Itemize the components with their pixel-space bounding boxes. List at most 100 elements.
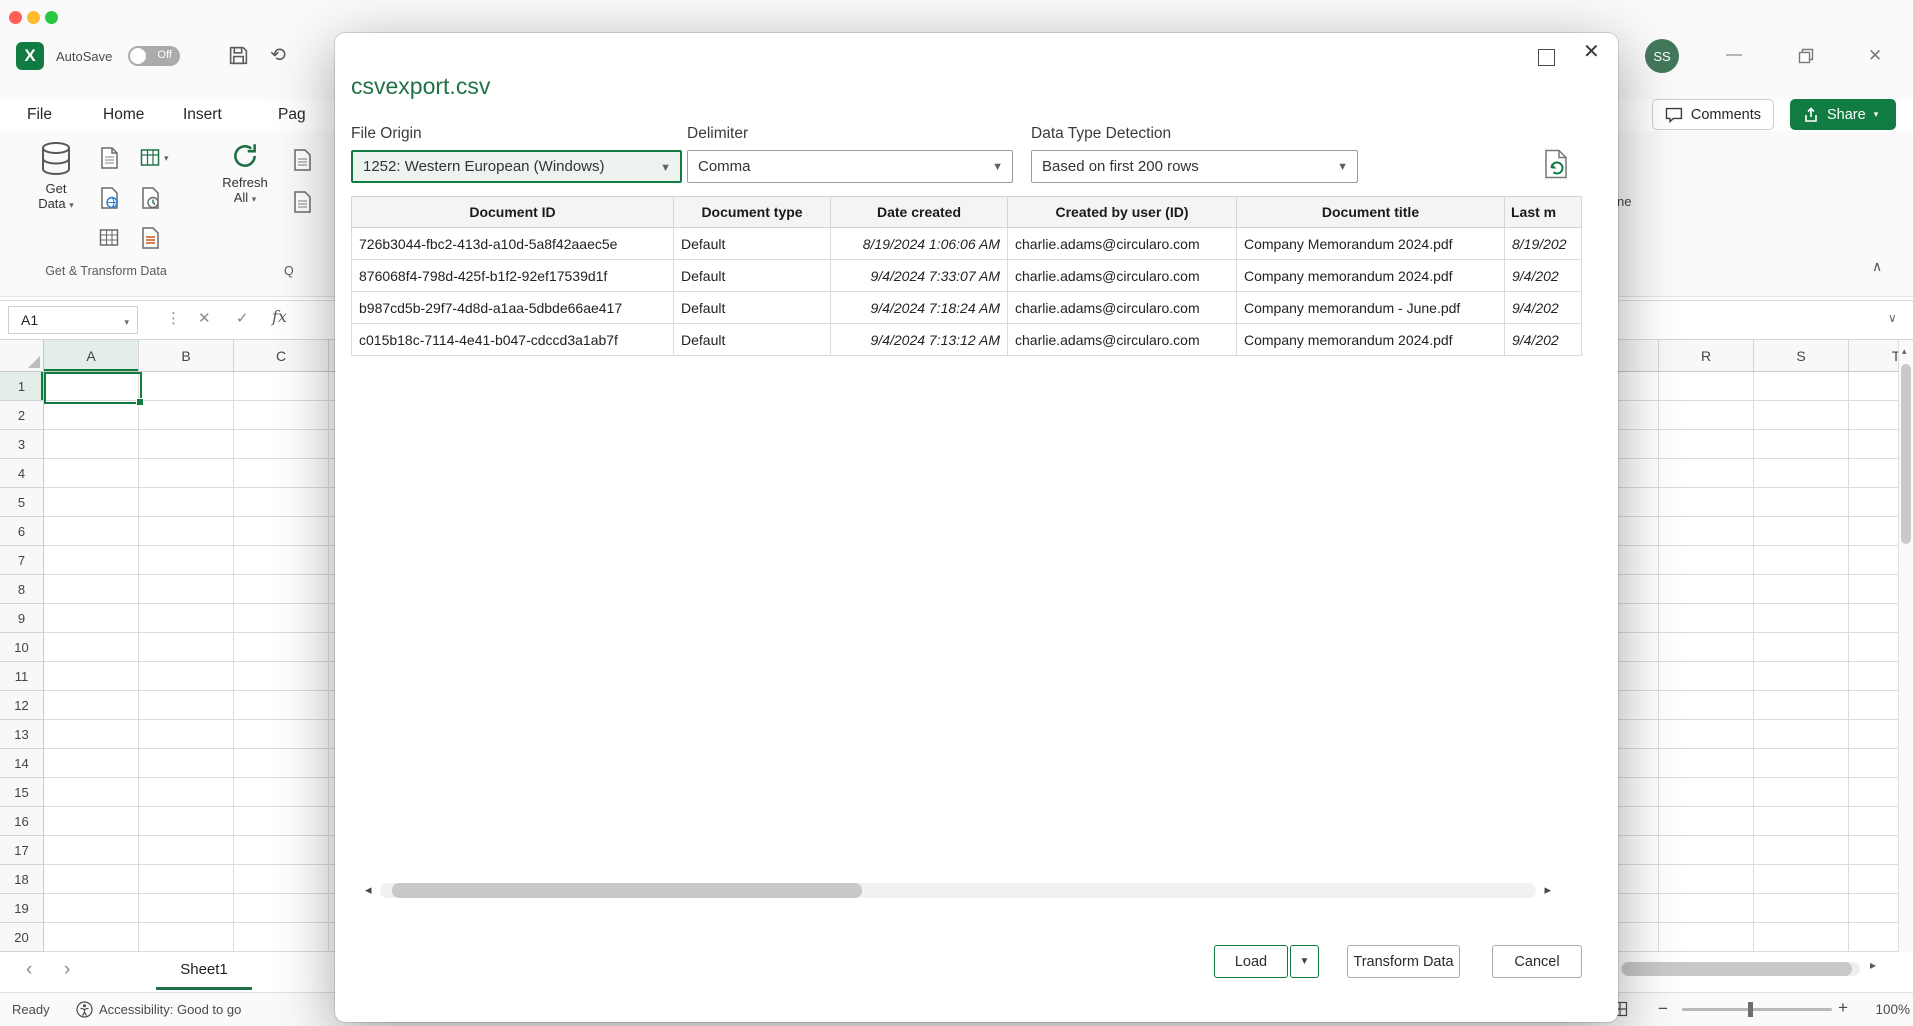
traffic-light-minimize[interactable] xyxy=(27,11,40,24)
row-header-14[interactable]: 14 xyxy=(0,749,43,778)
sheet-tab-sheet1[interactable]: Sheet1 xyxy=(156,952,252,990)
cancel-button[interactable]: Cancel xyxy=(1492,945,1582,978)
ribbon-partial-icon[interactable] xyxy=(291,148,313,177)
accessibility-status[interactable]: Accessibility: Good to go xyxy=(99,1002,241,1017)
clock-page-icon xyxy=(139,186,161,210)
row-header-9[interactable]: 9 xyxy=(0,604,43,633)
dialog-maximize-icon[interactable] xyxy=(1538,49,1555,66)
more-options-icon[interactable]: ⋮ xyxy=(166,309,181,327)
load-split-button[interactable]: ▼ xyxy=(1290,945,1319,978)
column-header-C[interactable]: C xyxy=(234,340,329,371)
row-header-16[interactable]: 16 xyxy=(0,807,43,836)
window-minimize-icon[interactable]: — xyxy=(1726,46,1742,64)
accessibility-icon xyxy=(76,1001,93,1023)
prev-sheet-icon[interactable]: ‹ xyxy=(26,959,32,981)
window-restore-icon[interactable] xyxy=(1798,48,1814,69)
fill-handle[interactable] xyxy=(136,398,144,406)
load-button[interactable]: Load xyxy=(1214,945,1288,978)
ribbon-partial-icon[interactable] xyxy=(291,190,313,219)
dialog-close-icon[interactable]: ✕ xyxy=(1583,39,1600,64)
row-header-5[interactable]: 5 xyxy=(0,488,43,517)
comments-button[interactable]: Comments xyxy=(1652,99,1774,130)
traffic-light-zoom[interactable] xyxy=(45,11,58,24)
row-header-2[interactable]: 2 xyxy=(0,401,43,430)
avatar[interactable]: SS xyxy=(1645,39,1679,73)
row-header-15[interactable]: 15 xyxy=(0,778,43,807)
row-header-1[interactable]: 1 xyxy=(0,372,43,401)
group-label-queries-fragment: Q xyxy=(284,264,332,278)
column-header-T[interactable]: T xyxy=(1849,340,1898,371)
file-origin-select[interactable]: 1252: Western European (Windows) ▼ xyxy=(351,150,682,183)
menu-file[interactable]: File xyxy=(27,106,52,124)
next-sheet-icon[interactable]: › xyxy=(64,959,70,981)
hscroll-thumb[interactable] xyxy=(1622,962,1852,976)
insert-function-icon[interactable]: fx xyxy=(272,307,287,326)
reload-page-icon xyxy=(1543,149,1569,179)
refresh-icon xyxy=(230,140,260,172)
preview-scroll-track[interactable] xyxy=(380,883,1537,898)
row-header-20[interactable]: 20 xyxy=(0,923,43,952)
transform-data-button[interactable]: Transform Data xyxy=(1347,945,1460,978)
zoom-slider[interactable] xyxy=(1682,1008,1832,1011)
row-header-11[interactable]: 11 xyxy=(0,662,43,691)
refresh-all-button[interactable]: Refresh All ▾ xyxy=(208,140,282,207)
row-header-4[interactable]: 4 xyxy=(0,459,43,488)
column-header-B[interactable]: B xyxy=(139,340,234,371)
menu-home[interactable]: Home xyxy=(103,106,144,124)
name-box[interactable]: A1 ▾ xyxy=(8,306,138,334)
data-type-detection-select[interactable]: Based on first 200 rows ▼ xyxy=(1031,150,1358,183)
row-header-19[interactable]: 19 xyxy=(0,894,43,923)
from-table-range-icon[interactable] xyxy=(139,146,161,175)
preview-scroll-thumb[interactable] xyxy=(392,883,862,898)
autosave-toggle[interactable]: Off xyxy=(128,46,180,66)
row-header-6[interactable]: 6 xyxy=(0,517,43,546)
scroll-right-icon[interactable]: ▸ xyxy=(1544,882,1551,898)
comment-icon xyxy=(1665,107,1683,123)
zoom-out-button[interactable]: − xyxy=(1658,999,1668,1019)
menu-insert[interactable]: Insert xyxy=(183,106,222,124)
preview-table-row: b987cd5b-29f7-4d8d-a1aa-5dbde66ae417Defa… xyxy=(352,292,1582,324)
preview-hscrollbar[interactable]: ◂ ▸ xyxy=(365,881,1551,899)
scroll-left-icon[interactable]: ◂ xyxy=(365,882,372,898)
data-table-icon[interactable] xyxy=(98,226,120,255)
zoom-level[interactable]: 100% xyxy=(1860,1002,1910,1017)
column-header-A[interactable]: A xyxy=(44,340,139,371)
delimiter-label: Delimiter xyxy=(687,125,748,143)
undo-icon[interactable]: ⟲ xyxy=(270,44,286,67)
window-close-icon[interactable]: ✕ xyxy=(1868,46,1882,66)
row-header-18[interactable]: 18 xyxy=(0,865,43,894)
row-header-12[interactable]: 12 xyxy=(0,691,43,720)
menu-page-layout[interactable]: Pag xyxy=(278,106,306,124)
zoom-slider-thumb[interactable] xyxy=(1748,1002,1753,1017)
refresh-preview-icon[interactable] xyxy=(1543,149,1569,184)
from-web-icon[interactable] xyxy=(98,186,120,215)
row-header-13[interactable]: 13 xyxy=(0,720,43,749)
existing-connections-icon[interactable] xyxy=(139,226,161,255)
delimiter-select[interactable]: Comma ▼ xyxy=(687,150,1013,183)
select-all-corner[interactable] xyxy=(0,340,44,372)
zoom-in-button[interactable]: + xyxy=(1838,998,1848,1018)
get-data-button[interactable]: Get Data ▾ xyxy=(22,140,90,213)
vscroll-thumb[interactable] xyxy=(1901,364,1911,544)
row-header-7[interactable]: 7 xyxy=(0,546,43,575)
traffic-light-close[interactable] xyxy=(9,11,22,24)
recent-sources-icon[interactable] xyxy=(139,186,161,215)
scroll-right-icon[interactable]: ▸ xyxy=(1870,958,1876,972)
collapse-ribbon-icon[interactable]: ∧ xyxy=(1872,258,1882,275)
row-header-10[interactable]: 10 xyxy=(0,633,43,662)
share-button[interactable]: Share ▾ xyxy=(1790,99,1896,130)
column-header-R[interactable]: R xyxy=(1659,340,1754,371)
row-header-8[interactable]: 8 xyxy=(0,575,43,604)
selected-cell-a1[interactable] xyxy=(44,372,142,404)
cancel-entry-icon[interactable]: ✕ xyxy=(198,309,211,327)
scroll-up-icon[interactable]: ▴ xyxy=(1902,346,1907,357)
save-icon[interactable] xyxy=(228,45,249,71)
confirm-entry-icon[interactable]: ✓ xyxy=(236,309,249,327)
from-text-csv-icon[interactable] xyxy=(98,146,120,175)
row-header-3[interactable]: 3 xyxy=(0,430,43,459)
column-header-S[interactable]: S xyxy=(1754,340,1849,371)
row-header-17[interactable]: 17 xyxy=(0,836,43,865)
vertical-scrollbar[interactable]: ▴ xyxy=(1898,340,1913,952)
collapse-formula-bar-icon[interactable]: ∨ xyxy=(1888,311,1897,325)
horizontal-scrollbar[interactable] xyxy=(1620,962,1860,976)
